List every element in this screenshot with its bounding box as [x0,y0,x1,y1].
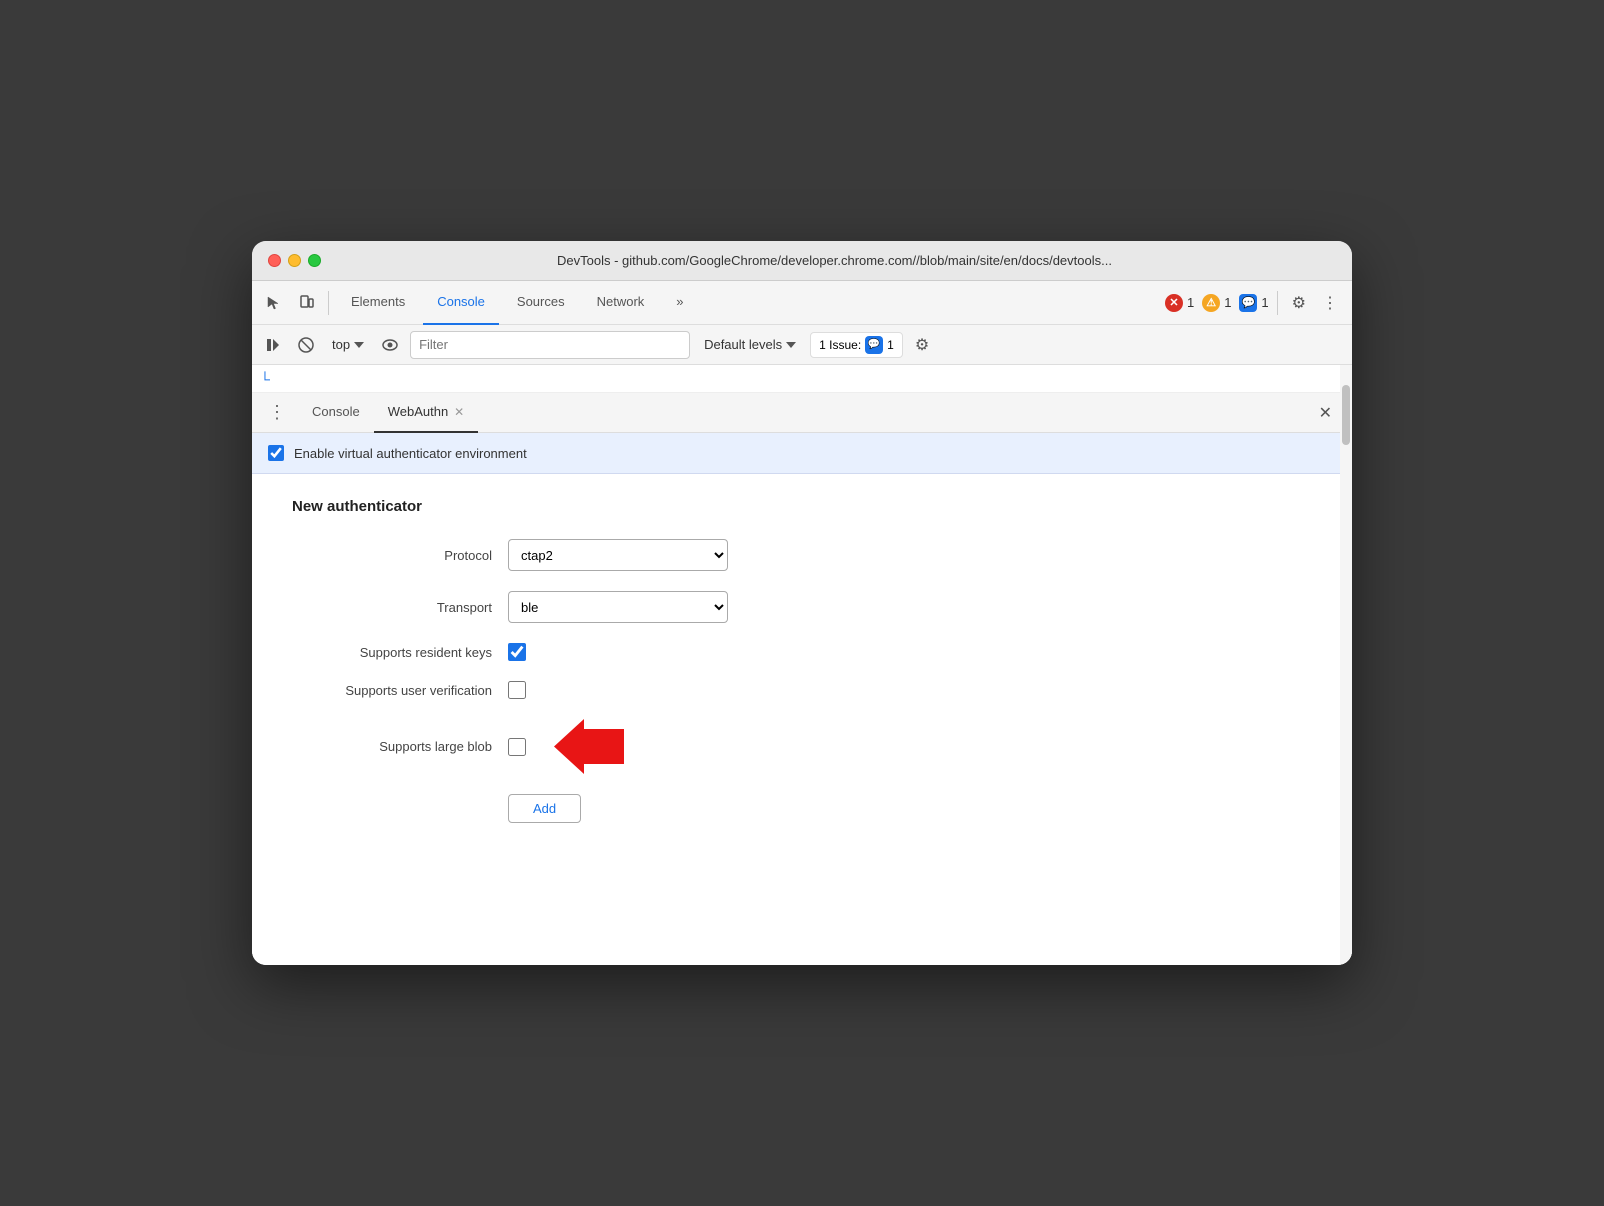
transport-label: Transport [292,600,492,615]
large-blob-checkbox[interactable] [508,738,526,756]
separator-2 [1277,291,1278,315]
title-bar: DevTools - github.com/GoogleChrome/devel… [252,241,1352,281]
console-toolbar: top Default levels 1 Issue: 💬 1 ⚙ [252,325,1352,365]
webauthn-tab-close[interactable]: ✕ [454,405,464,419]
user-verification-row: Supports user verification [292,681,1312,699]
tab-console[interactable]: Console [423,281,499,325]
warning-count: 1 [1224,295,1231,310]
console-tab-label: Console [312,404,360,419]
blue-cursor-icon: └ [260,371,270,387]
minimize-button[interactable] [288,254,301,267]
error-count: 1 [1187,295,1194,310]
resident-keys-label: Supports resident keys [292,645,492,660]
content-strip: └ [252,365,1352,393]
new-authenticator-section: New authenticator Protocol ctap2 u2f Tra… [252,474,1352,867]
issue-label: 1 Issue: [819,338,861,352]
resident-keys-row: Supports resident keys [292,643,1312,661]
warning-badge[interactable]: ⚠ 1 [1202,294,1231,312]
maximize-button[interactable] [308,254,321,267]
context-selector[interactable]: top [326,333,370,356]
tab-elements[interactable]: Elements [337,281,419,325]
main-content: └ ⋮ Console WebAuthn ✕ ✕ Enable virtual … [252,365,1352,965]
console-settings-icon[interactable]: ⚙ [909,330,935,360]
protocol-select[interactable]: ctap2 u2f [508,539,728,571]
webauthn-tab-label: WebAuthn [388,404,448,419]
badge-group: ✕ 1 ⚠ 1 💬 1 [1165,294,1269,312]
context-label: top [332,337,350,352]
cursor-icon[interactable] [260,290,288,316]
webauthn-panel: Enable virtual authenticator environment… [252,433,1352,965]
resident-keys-checkbox[interactable] [508,643,526,661]
issue-info-icon: 💬 [865,336,883,354]
tab-webauthn-panel[interactable]: WebAuthn ✕ [374,393,479,433]
enable-checkbox[interactable] [268,445,284,461]
info-icon: 💬 [1239,294,1257,312]
protocol-label: Protocol [292,548,492,563]
block-icon[interactable] [292,333,320,357]
play-icon[interactable] [260,334,286,356]
large-blob-row: Supports large blob [292,719,1312,774]
user-verification-checkbox[interactable] [508,681,526,699]
eye-icon[interactable] [376,335,404,355]
settings-icon[interactable]: ⚙ [1286,288,1312,318]
info-badge[interactable]: 💬 1 [1239,294,1268,312]
devtools-toolbar: Elements Console Sources Network » ✕ 1 ⚠… [252,281,1352,325]
levels-label: Default levels [704,337,782,352]
window-title: DevTools - github.com/GoogleChrome/devel… [333,253,1336,268]
warning-icon: ⚠ [1202,294,1220,312]
add-button-row: Add [292,794,1312,823]
filter-input[interactable] [410,331,690,359]
red-arrow-container [554,719,624,774]
scrollbar-thumb[interactable] [1342,385,1350,445]
protocol-row: Protocol ctap2 u2f [292,539,1312,571]
error-badge[interactable]: ✕ 1 [1165,294,1194,312]
enable-bar: Enable virtual authenticator environment [252,433,1352,474]
enable-label: Enable virtual authenticator environment [294,446,527,461]
info-count: 1 [1261,295,1268,310]
issue-badge-count: 1 [887,338,894,352]
more-icon[interactable]: ⋮ [1316,288,1344,318]
transport-select[interactable]: ble usb nfc internal [508,591,728,623]
close-button[interactable] [268,254,281,267]
large-blob-label: Supports large blob [292,739,492,754]
issue-badge[interactable]: 1 Issue: 💬 1 [810,332,903,358]
error-icon: ✕ [1165,294,1183,312]
scrollbar-track[interactable] [1340,365,1352,965]
traffic-lights [268,254,321,267]
panel-close-button[interactable]: ✕ [1311,399,1340,427]
user-verification-label: Supports user verification [292,683,492,698]
separator-1 [328,291,329,315]
add-button[interactable]: Add [508,794,581,823]
transport-row: Transport ble usb nfc internal [292,591,1312,623]
tab-console-panel[interactable]: Console [298,393,374,433]
red-arrow-icon [554,719,624,774]
panel-more-icon[interactable]: ⋮ [264,398,290,427]
tab-more[interactable]: » [662,281,697,325]
levels-button[interactable]: Default levels [696,333,804,356]
tab-network[interactable]: Network [583,281,659,325]
devtools-window: DevTools - github.com/GoogleChrome/devel… [252,241,1352,965]
section-title: New authenticator [292,498,1312,515]
tab-sources[interactable]: Sources [503,281,579,325]
panel-tabs-area: ⋮ Console WebAuthn ✕ ✕ [252,393,1352,433]
device-toggle-icon[interactable] [292,290,320,316]
